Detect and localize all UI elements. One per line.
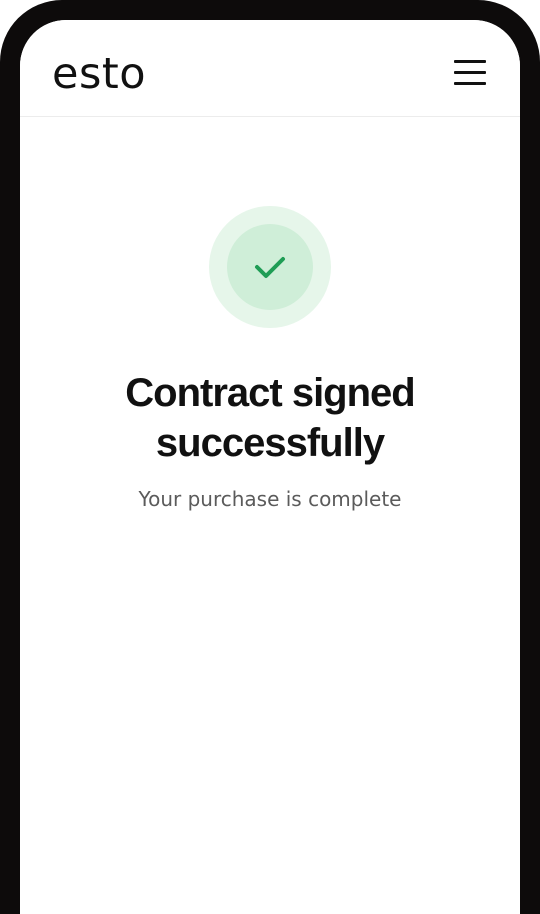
menu-line bbox=[454, 82, 486, 85]
page-title: Contract signed successfully bbox=[20, 368, 520, 468]
title-line-1: Contract signed bbox=[125, 371, 415, 415]
menu-line bbox=[454, 60, 486, 63]
hamburger-menu-button[interactable] bbox=[446, 54, 486, 88]
menu-line bbox=[454, 71, 486, 74]
page-subtitle: Your purchase is complete bbox=[138, 487, 402, 511]
phone-frame: esto Contract signed successfully Your p… bbox=[0, 0, 540, 914]
app-header: esto bbox=[20, 20, 520, 117]
app-screen: esto Contract signed successfully Your p… bbox=[20, 20, 520, 914]
success-badge bbox=[209, 206, 331, 328]
title-line-2: successfully bbox=[155, 421, 385, 465]
esto-logo[interactable]: esto bbox=[52, 50, 146, 98]
success-badge-inner bbox=[227, 224, 313, 310]
checkmark-icon bbox=[255, 257, 285, 278]
